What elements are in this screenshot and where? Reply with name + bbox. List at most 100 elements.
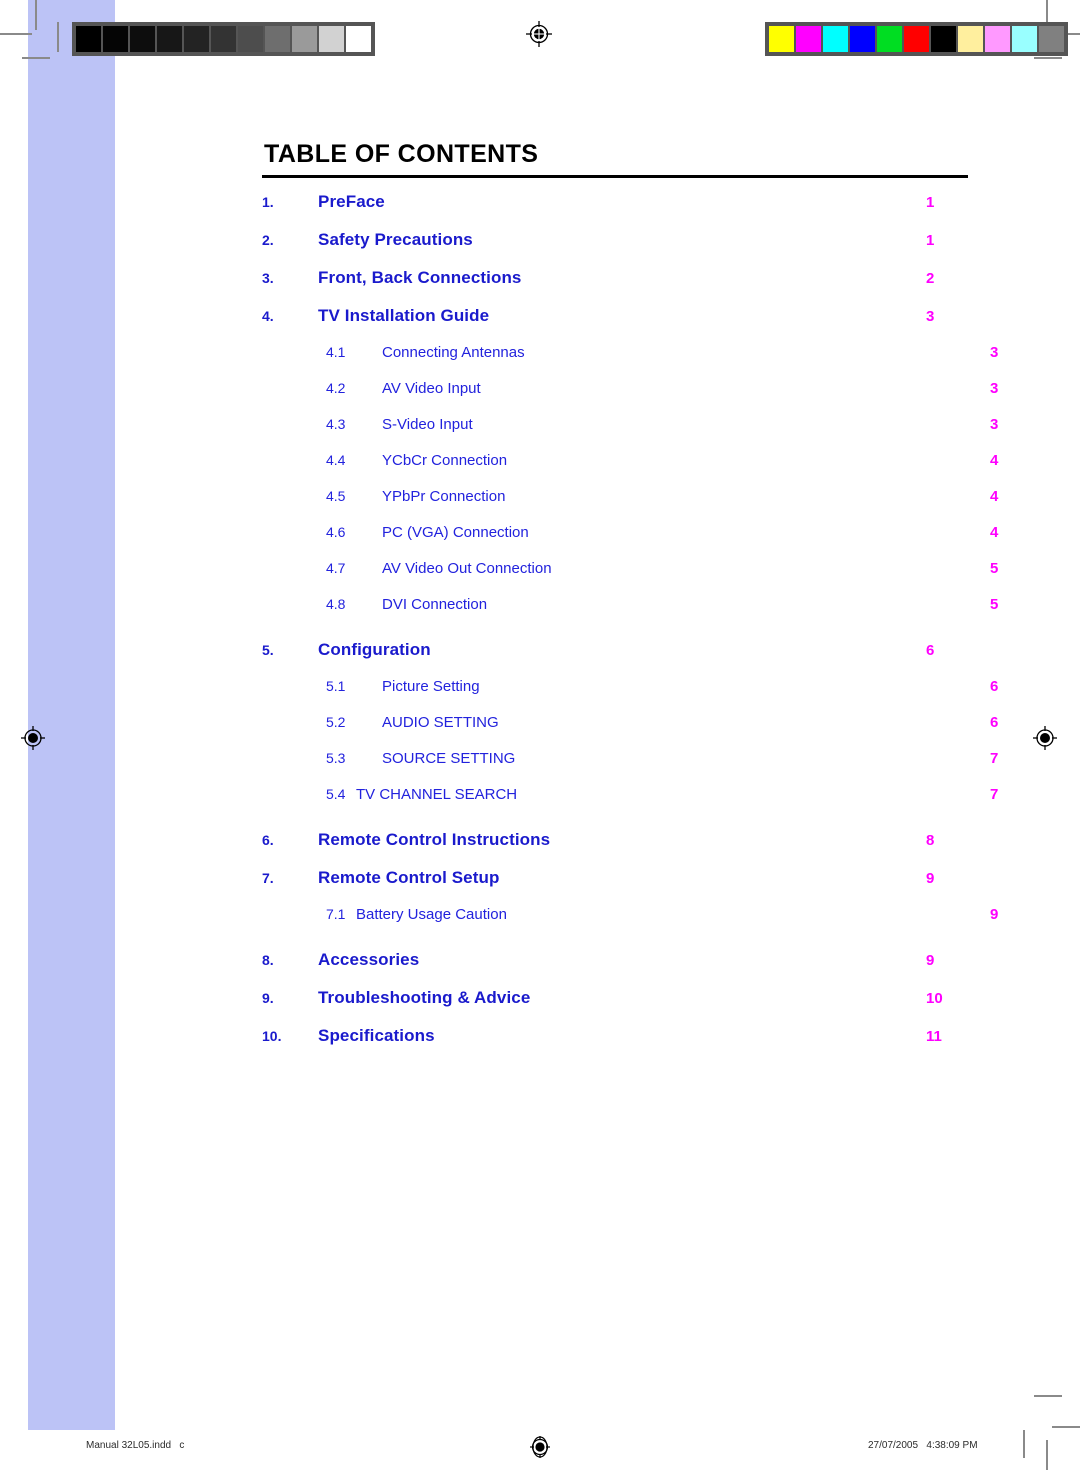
toc-entry-label[interactable]: Battery Usage Caution bbox=[356, 906, 990, 923]
toc-entry-page-number: 3 bbox=[990, 344, 999, 361]
color-swatch bbox=[985, 26, 1010, 52]
gray-swatch bbox=[130, 26, 155, 52]
crop-mark-top-left-horizontal bbox=[0, 33, 32, 35]
toc-entry-label[interactable]: Troubleshooting & Advice bbox=[318, 988, 926, 1008]
toc-entry-number: 7.1 bbox=[326, 906, 346, 922]
page-footer: Manual 32L05.indd c 27/07/2005 4:38:09 P… bbox=[0, 1434, 1080, 1464]
color-swatch bbox=[1039, 26, 1064, 52]
toc-entry-number: 4. bbox=[262, 308, 274, 324]
toc-section-row[interactable]: 5.2 AUDIO SETTING 6 bbox=[262, 714, 1032, 750]
gray-swatch bbox=[238, 26, 263, 52]
toc-entry-label[interactable]: AV Video Out Connection bbox=[382, 560, 990, 577]
toc-entry-label[interactable]: Specifications bbox=[318, 1026, 926, 1046]
toc-entry-page-number: 4 bbox=[990, 488, 999, 505]
toc-entry-page-number: 7 bbox=[990, 786, 999, 803]
toc-entry-label[interactable]: S-Video Input bbox=[382, 416, 990, 433]
color-swatch bbox=[877, 26, 902, 52]
toc-section-row[interactable]: 4.8 DVI Connection 5 bbox=[262, 596, 1032, 632]
toc-entry-page-number: 3 bbox=[990, 416, 999, 433]
crop-mark-top-inner-vertical bbox=[57, 22, 59, 52]
toc-entry-page-number: 4 bbox=[990, 452, 999, 469]
toc-entry-label[interactable]: YCbCr Connection bbox=[382, 452, 990, 469]
toc-entry-label[interactable]: TV Installation Guide bbox=[318, 306, 926, 326]
toc-section-row[interactable]: 5.4 TV CHANNEL SEARCH 7 bbox=[262, 786, 1032, 822]
page-sheet: TABLE OF CONTENTS 1. PreFace 1 2. Safety Pre… bbox=[0, 0, 1080, 1480]
grayscale-calibration-strip bbox=[72, 22, 375, 56]
toc-section-row[interactable]: 5.1 Picture Setting 6 bbox=[262, 678, 1032, 714]
toc-entry-number: 4.4 bbox=[326, 452, 346, 468]
toc-section-row[interactable]: 4.4 YCbCr Connection 4 bbox=[262, 452, 1032, 488]
registration-target-icon-left bbox=[20, 725, 46, 751]
toc-entry-label[interactable]: DVI Connection bbox=[382, 596, 990, 613]
toc-chapter-row[interactable]: 9. Troubleshooting & Advice 10 bbox=[262, 988, 968, 1026]
toc-section-row[interactable]: 4.6 PC (VGA) Connection 4 bbox=[262, 524, 1032, 560]
color-swatch bbox=[796, 26, 821, 52]
footer-filename: Manual 32L05.indd c bbox=[86, 1440, 185, 1451]
registration-target-icon-footer bbox=[527, 1434, 553, 1463]
toc-entry-label[interactable]: YPbPr Connection bbox=[382, 488, 990, 505]
color-swatch bbox=[958, 26, 983, 52]
toc-chapter-row[interactable]: 10. Specifications 11 bbox=[262, 1026, 968, 1064]
toc-entry-number: 2. bbox=[262, 232, 274, 248]
toc-section-row[interactable]: 4.2 AV Video Input 3 bbox=[262, 380, 1032, 416]
gray-swatch bbox=[211, 26, 236, 52]
gray-swatch bbox=[319, 26, 344, 52]
toc-entry-label[interactable]: Remote Control Setup bbox=[318, 868, 926, 888]
toc-entry-page-number: 9 bbox=[926, 952, 935, 969]
gray-swatch bbox=[157, 26, 182, 52]
toc-entry-page-number: 6 bbox=[990, 678, 999, 695]
toc-entry-label[interactable]: Remote Control Instructions bbox=[318, 830, 926, 850]
registration-target-icon-right bbox=[1032, 725, 1058, 751]
toc-chapter-row[interactable]: 2. Safety Precautions 1 bbox=[262, 230, 968, 268]
toc-chapter-row[interactable]: 6. Remote Control Instructions 8 bbox=[262, 830, 968, 868]
gray-swatch bbox=[346, 26, 371, 52]
toc-entry-page-number: 6 bbox=[990, 714, 999, 731]
toc-entry-label[interactable]: Connecting Antennas bbox=[382, 344, 990, 361]
toc-chapter-row[interactable]: 8. Accessories 9 bbox=[262, 950, 968, 988]
toc-section-row[interactable]: 7.1 Battery Usage Caution 9 bbox=[262, 906, 1032, 942]
toc-entry-number: 4.3 bbox=[326, 416, 346, 432]
toc-section-row[interactable]: 4.5 YPbPr Connection 4 bbox=[262, 488, 1032, 524]
toc-entry-label[interactable]: Picture Setting bbox=[382, 678, 990, 695]
bleed-color-bar bbox=[28, 0, 115, 1430]
crop-mark-bottom-inner-horizontal bbox=[1034, 1395, 1062, 1397]
toc-entry-list: 1. PreFace 1 2. Safety Precautions 1 3. Front, … bbox=[262, 192, 998, 1064]
toc-entry-page-number: 3 bbox=[990, 380, 999, 397]
toc-chapter-row[interactable]: 4. TV Installation Guide 3 bbox=[262, 306, 968, 344]
toc-entry-label[interactable]: AUDIO SETTING bbox=[382, 714, 990, 731]
gray-swatch bbox=[292, 26, 317, 52]
toc-section-row[interactable]: 4.7 AV Video Out Connection 5 bbox=[262, 560, 1032, 596]
toc-entry-page-number: 2 bbox=[926, 270, 935, 287]
color-swatch bbox=[931, 26, 956, 52]
toc-chapter-row[interactable]: 5. Configuration 6 bbox=[262, 640, 968, 678]
toc-entry-number: 4.1 bbox=[326, 344, 346, 360]
toc-entry-label[interactable]: PreFace bbox=[318, 192, 926, 212]
toc-entry-label[interactable]: Safety Precautions bbox=[318, 230, 926, 250]
toc-entry-label[interactable]: Configuration bbox=[318, 640, 926, 660]
toc-entry-label[interactable]: Accessories bbox=[318, 950, 926, 970]
toc-entry-page-number: 4 bbox=[990, 524, 999, 541]
toc-entry-label[interactable]: SOURCE SETTING bbox=[382, 750, 990, 767]
toc-entry-number: 6. bbox=[262, 832, 274, 848]
toc-section-row[interactable]: 4.1 Connecting Antennas 3 bbox=[262, 344, 1032, 380]
toc-entry-label[interactable]: AV Video Input bbox=[382, 380, 990, 397]
toc-entry-number: 7. bbox=[262, 870, 274, 886]
toc-entry-label[interactable]: PC (VGA) Connection bbox=[382, 524, 990, 541]
toc-entry-label[interactable]: TV CHANNEL SEARCH bbox=[356, 786, 990, 803]
toc-section-row[interactable]: 4.3 S-Video Input 3 bbox=[262, 416, 1032, 452]
toc-entry-label[interactable]: Front, Back Connections bbox=[318, 268, 926, 288]
toc-entry-number: 5. bbox=[262, 642, 274, 658]
color-swatch bbox=[769, 26, 794, 52]
toc-entry-page-number: 3 bbox=[926, 308, 935, 325]
toc-entry-number: 5.4 bbox=[326, 786, 346, 802]
toc-chapter-row[interactable]: 3. Front, Back Connections 2 bbox=[262, 268, 968, 306]
color-swatch bbox=[823, 26, 848, 52]
toc-section-row[interactable]: 5.3 SOURCE SETTING 7 bbox=[262, 750, 1032, 786]
toc-entry-page-number: 5 bbox=[990, 560, 999, 577]
toc-entry-number: 9. bbox=[262, 990, 274, 1006]
toc-chapter-row[interactable]: 1. PreFace 1 bbox=[262, 192, 968, 230]
toc-chapter-row[interactable]: 7. Remote Control Setup 9 bbox=[262, 868, 968, 906]
toc-entry-number: 4.6 bbox=[326, 524, 346, 540]
crop-mark-bottom-right-horizontal bbox=[1052, 1426, 1080, 1428]
toc-entry-page-number: 5 bbox=[990, 596, 999, 613]
